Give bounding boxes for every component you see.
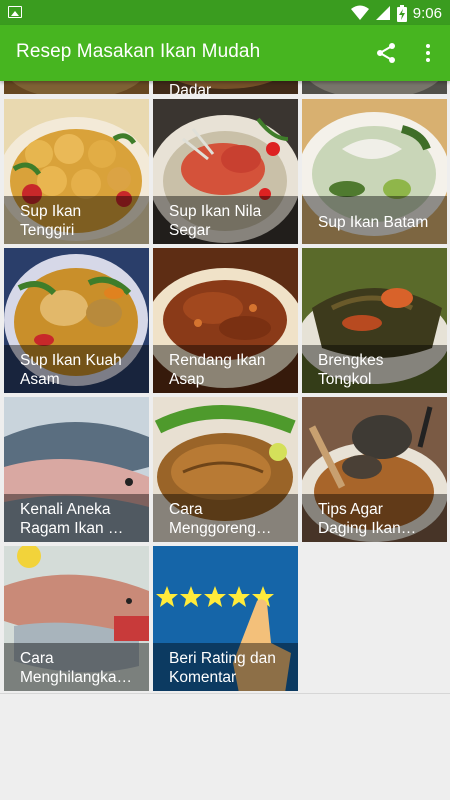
recipe-tile[interactable]: Tips Agar Daging Ikan… [302,397,447,542]
recipe-tile[interactable]: Sup Ikan Kuah Asam [4,248,149,393]
tile-label: Sup Ikan Kuah Asam [20,352,122,388]
wifi-icon [350,5,369,20]
battery-charging-icon [396,4,407,22]
tile-label: Tips Agar Daging Ikan… [318,501,417,537]
signal-icon [375,6,390,20]
recipe-tile-partial[interactable]: Dadar [153,81,298,94]
recipe-tile[interactable]: Rendang Ikan Asap [153,248,298,393]
recipe-tile[interactable]: Cara Menghilangka… [4,546,149,691]
partial-tile-label: Dadar [169,82,212,94]
recipe-tile[interactable]: Brengkes Tongkol [302,248,447,393]
tile-label: Brengkes Tongkol [318,352,384,388]
recipe-tile[interactable]: Sup Ikan Tenggiri [4,99,149,244]
recipe-tile[interactable]: Sup Ikan Nila Segar [153,99,298,244]
recipe-tile[interactable]: Kenali Aneka Ragam Ikan … [4,397,149,542]
tile-label: Cara Menggoreng… [169,501,272,537]
tile-label: Sup Ikan Tenggiri [20,203,82,239]
tile-label: Sup Ikan Nila Segar [169,203,262,239]
tile-label: Kenali Aneka Ragam Ikan … [20,501,124,537]
app-title: Resep Masakan Ikan Mudah [16,41,261,62]
recipe-grid: Dadar Sup Ikan Tenggiri Sup Ikan Nila Se… [0,81,450,693]
tile-label: Beri Rating dan Komentar [169,650,276,686]
tile-label: Cara Menghilangka… [20,650,133,686]
status-time: 9:06 [412,4,442,22]
app-bar: Resep Masakan Ikan Mudah [0,25,450,81]
ad-area [0,694,450,800]
status-bar: 9:06 [0,0,450,25]
share-icon[interactable] [374,41,398,65]
image-notification-icon [8,6,22,18]
recipe-tile-partial[interactable] [4,81,149,94]
tile-label: Rendang Ikan Asap [169,352,266,388]
rate-app-tile[interactable]: Beri Rating dan Komentar [153,546,298,691]
more-vert-icon[interactable] [416,41,440,65]
tile-label: Sup Ikan Batam [318,214,429,231]
recipe-tile[interactable]: Sup Ikan Batam [302,99,447,244]
recipe-tile-partial[interactable] [302,81,447,94]
recipe-tile[interactable]: Cara Menggoreng… [153,397,298,542]
